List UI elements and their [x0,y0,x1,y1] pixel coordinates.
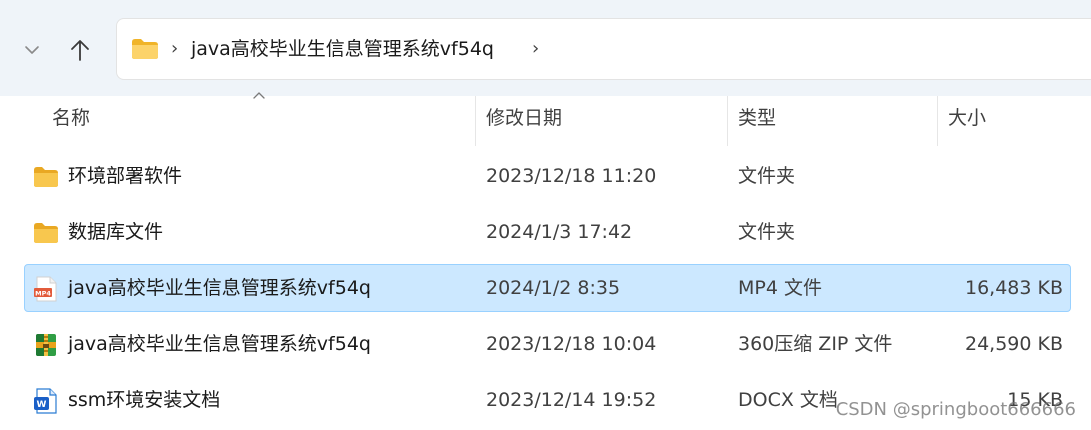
file-name: java高校毕业生信息管理系统vf54q [68,277,371,299]
column-header-name[interactable]: 名称 [52,104,90,134]
folder-icon [132,39,158,59]
column-divider[interactable] [475,96,476,146]
file-name: 环境部署软件 [68,165,183,187]
zip-archive-icon [36,334,56,356]
file-type: MP4 文件 [738,277,822,299]
column-divider[interactable] [937,96,938,146]
column-header-size[interactable]: 大小 [948,104,986,134]
docx-file-icon: W [34,388,57,414]
file-name: java高校毕业生信息管理系统vf54q [68,333,371,355]
file-modified-date: 2023/12/18 10:04 [486,333,657,355]
folder-icon [34,223,58,243]
file-size: 24,590 KB [964,333,1063,355]
file-modified-date: 2023/12/14 19:52 [486,389,657,411]
sort-ascending-icon [253,92,265,99]
file-row[interactable]: java高校毕业生信息管理系统vf54q 2023/12/18 10:04 36… [24,320,1071,368]
file-explorer-window: › java高校毕业生信息管理系统vf54q › 名称 修改日期 类型 大小 环… [0,0,1091,430]
file-modified-date: 2024/1/3 17:42 [486,221,633,243]
file-modified-date: 2023/12/18 11:20 [486,165,657,187]
file-name: ssm环境安装文档 [68,389,221,411]
recent-locations-button[interactable] [12,28,52,72]
breadcrumb-current-folder[interactable]: java高校毕业生信息管理系统vf54q [191,36,494,62]
file-type: 360压缩 ZIP 文件 [738,333,893,355]
address-bar[interactable]: › java高校毕业生信息管理系统vf54q › [116,18,1091,80]
folder-icon [34,167,58,187]
file-name: 数据库文件 [68,221,164,243]
up-one-level-button[interactable] [60,28,100,72]
mp4-file-icon: MP4 [34,276,57,302]
file-type: 文件夹 [738,221,796,243]
arrow-up-icon [71,40,89,61]
column-header-modified[interactable]: 修改日期 [486,104,562,134]
file-type: DOCX 文档 [738,389,838,411]
chevron-down-icon [25,46,39,54]
navigation-bar: › java高校毕业生信息管理系统vf54q › [0,0,1091,96]
file-size: 16,483 KB [964,277,1063,299]
file-modified-date: 2024/1/2 8:35 [486,277,621,299]
file-row[interactable]: 数据库文件 2024/1/3 17:42 文件夹 [24,208,1071,256]
svg-text:W: W [37,400,47,410]
file-row[interactable]: 环境部署软件 2023/12/18 11:20 文件夹 [24,152,1071,200]
file-row-selected[interactable]: MP4 java高校毕业生信息管理系统vf54q 2024/1/2 8:35 M… [24,264,1071,312]
column-divider[interactable] [727,96,728,146]
breadcrumb-chevron-icon[interactable]: › [532,39,539,59]
breadcrumb-separator-icon[interactable]: › [171,39,178,59]
watermark: CSDN @springboot666666 [835,399,1076,420]
file-type: 文件夹 [738,165,796,187]
column-header-type[interactable]: 类型 [738,104,776,134]
svg-text:MP4: MP4 [35,289,51,297]
